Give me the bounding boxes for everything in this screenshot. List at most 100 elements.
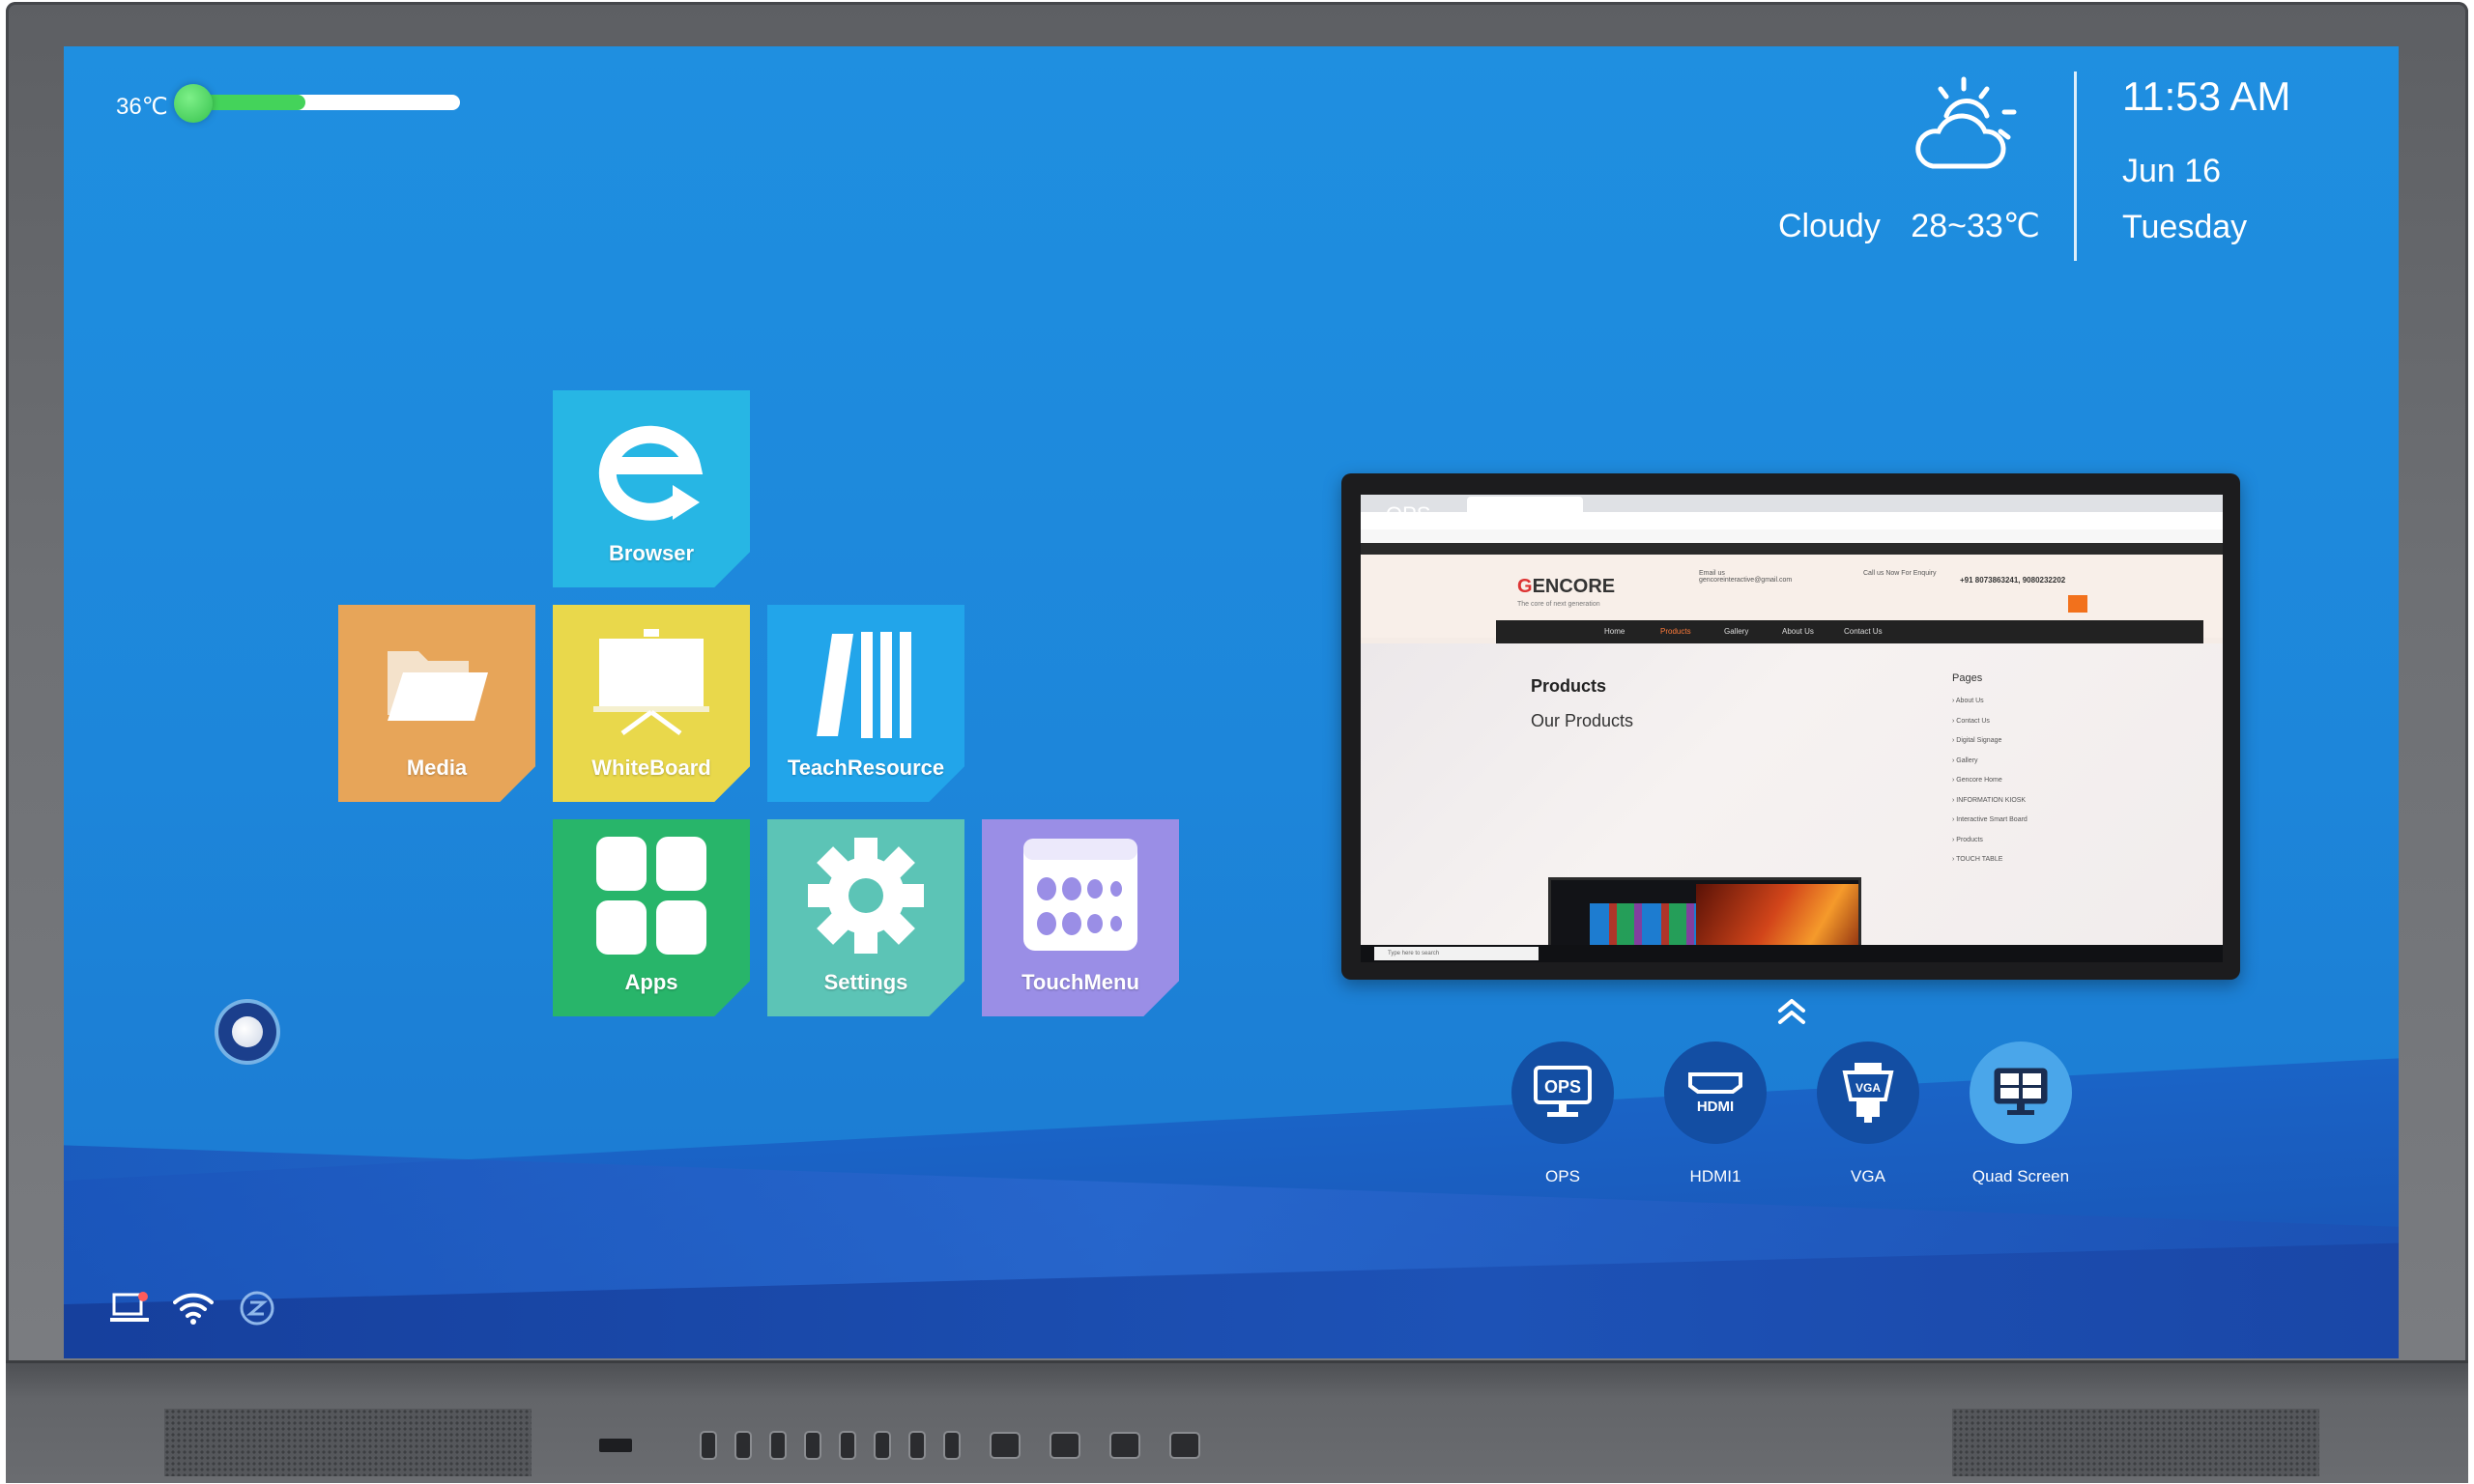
books-icon <box>767 618 964 744</box>
site-subheading: Our Products <box>1531 711 1634 730</box>
display-bezel: 36℃ Cloudy 28~33℃ 11:53 AM Jun 16 Tuesda… <box>0 0 2474 1484</box>
list-item: › Digital Signage <box>1952 737 2002 744</box>
svg-text:HDMI: HDMI <box>1697 1099 1734 1115</box>
source-label: VGA <box>1851 1167 1885 1185</box>
source-preview-window[interactable]: GENCORE The core of next generation Emai… <box>1341 473 2240 980</box>
site-pages-list: › About Us › Contact Us › Digital Signag… <box>1952 698 2028 876</box>
hardware-buttons <box>599 1426 1198 1465</box>
clock-day: Tuesday <box>2122 209 2248 245</box>
vga-port-icon: VGA <box>1817 1042 1919 1144</box>
tile-label: Browser <box>608 541 695 565</box>
quad-screen-icon <box>1970 1042 2072 1144</box>
tile-settings[interactable]: Settings <box>767 819 964 1016</box>
source-label: OPS <box>1545 1167 1580 1185</box>
taskbar-search: Type here to search <box>1374 947 1539 960</box>
source-vga-button[interactable]: VGA VGA <box>1815 1042 1921 1186</box>
site-call: Call us Now For Enquiry <box>1863 570 1937 577</box>
temperature-label: 36℃ <box>116 94 168 120</box>
tile-apps[interactable]: Apps <box>553 819 750 1016</box>
screen-share-icon[interactable] <box>108 1287 151 1329</box>
weather-condition: Cloudy <box>1778 208 1881 244</box>
front-port[interactable] <box>1051 1434 1079 1457</box>
speaker-grille <box>1952 1409 2319 1476</box>
speaker-grille <box>164 1409 532 1476</box>
svg-text:VGA: VGA <box>1856 1081 1881 1095</box>
list-item: › Interactive Smart Board <box>1952 816 2028 823</box>
hardware-button[interactable] <box>806 1433 820 1458</box>
source-hdmi1-button[interactable]: HDMI HDMI1 <box>1662 1042 1769 1186</box>
divider <box>2074 71 2077 261</box>
bookmarks-bar <box>1361 529 2223 543</box>
hardware-button[interactable] <box>910 1433 924 1458</box>
list-item: › Gallery <box>1952 756 1978 764</box>
source-ops-button[interactable]: OPS OPS <box>1510 1042 1616 1186</box>
site-top-strip <box>1361 543 2223 555</box>
tile-teachresource[interactable]: TeachResource <box>767 605 964 802</box>
windows-taskbar: Type here to search <box>1361 945 2223 962</box>
hardware-button[interactable] <box>771 1433 785 1458</box>
hardware-button[interactable] <box>945 1433 959 1458</box>
preview-source-label: OPS <box>1386 502 1431 527</box>
menu-dots-icon <box>982 833 1179 958</box>
tile-browser[interactable]: Browser <box>553 390 750 587</box>
browser-e-icon <box>553 404 750 529</box>
preview-screen: GENCORE The core of next generation Emai… <box>1361 495 2223 962</box>
weather-range: 28~33℃ <box>1911 208 2040 244</box>
clock-time: 11:53 AM <box>2122 73 2291 119</box>
wifi-icon[interactable] <box>172 1287 215 1329</box>
site-phone: +91 8073863241, 9080232202 <box>1960 576 2066 585</box>
tile-label: TouchMenu <box>1021 970 1139 994</box>
clock-date: Jun 16 <box>2122 153 2222 189</box>
site-logo: GENCORE <box>1517 576 1616 597</box>
temperature-slider-knob[interactable] <box>174 84 213 123</box>
source-quad-screen-button[interactable]: Quad Screen <box>1968 1042 2074 1186</box>
weather-summary: Cloudy 28~33℃ <box>1778 207 2061 245</box>
hardware-button[interactable] <box>702 1433 715 1458</box>
eshare-icon[interactable] <box>236 1287 278 1329</box>
site-nav: Home Products Gallery About Us Contact U… <box>1496 620 2203 643</box>
search-icon <box>2068 595 2087 613</box>
browser-tab <box>1467 497 1583 512</box>
site-nav-item: Contact Us <box>1844 627 1883 636</box>
partly-cloudy-icon <box>1904 73 2029 180</box>
easel-board-icon <box>553 618 750 744</box>
ops-monitor-icon: OPS <box>1511 1042 1614 1144</box>
site-nav-item: About Us <box>1782 627 1814 636</box>
list-item: › About Us <box>1952 698 1984 704</box>
source-label: HDMI1 <box>1689 1167 1741 1185</box>
tile-label: Settings <box>823 970 908 994</box>
browser-tabs <box>1361 495 2223 512</box>
svg-text:OPS: OPS <box>1544 1077 1581 1097</box>
front-port[interactable] <box>1171 1434 1198 1457</box>
hardware-button[interactable] <box>841 1433 854 1458</box>
address-bar <box>1361 512 2223 530</box>
hardware-button[interactable] <box>876 1433 889 1458</box>
site-pages-title: Pages <box>1952 672 1983 684</box>
list-item: › Gencore Home <box>1952 777 2002 784</box>
front-port[interactable] <box>992 1434 1019 1457</box>
tile-label: WhiteBoard <box>591 756 711 780</box>
hdmi-port-icon: HDMI <box>1664 1042 1767 1144</box>
list-item: › Contact Us <box>1952 717 1990 725</box>
list-item: › TOUCH TABLE <box>1952 856 2003 863</box>
status-icons <box>108 1287 278 1329</box>
tile-whiteboard[interactable]: WhiteBoard <box>553 605 750 802</box>
floating-assistive-ball[interactable] <box>218 1003 276 1061</box>
site-email: Email us gencoreinteractive@gmail.com <box>1699 570 1793 584</box>
tile-touchmenu[interactable]: TouchMenu <box>982 819 1179 1016</box>
tile-label: Media <box>406 756 468 780</box>
tile-label: Apps <box>624 970 678 994</box>
hardware-button[interactable] <box>736 1433 750 1458</box>
ir-receiver <box>599 1439 632 1452</box>
front-port[interactable] <box>1111 1434 1138 1457</box>
grid-icon <box>553 833 750 958</box>
site-nav-item: Home <box>1604 627 1625 636</box>
site-heading: Products <box>1531 676 1607 696</box>
site-body: Products Our Products Pages › About Us ›… <box>1361 643 2223 962</box>
tile-label: TeachResource <box>787 756 945 780</box>
tile-media[interactable]: Media <box>338 605 535 802</box>
chevron-up-icon[interactable] <box>1774 993 1809 1028</box>
source-label: Quad Screen <box>1971 1167 2070 1185</box>
site-tagline: The core of next generation <box>1517 601 1600 608</box>
site-nav-item: Gallery <box>1724 627 1749 636</box>
